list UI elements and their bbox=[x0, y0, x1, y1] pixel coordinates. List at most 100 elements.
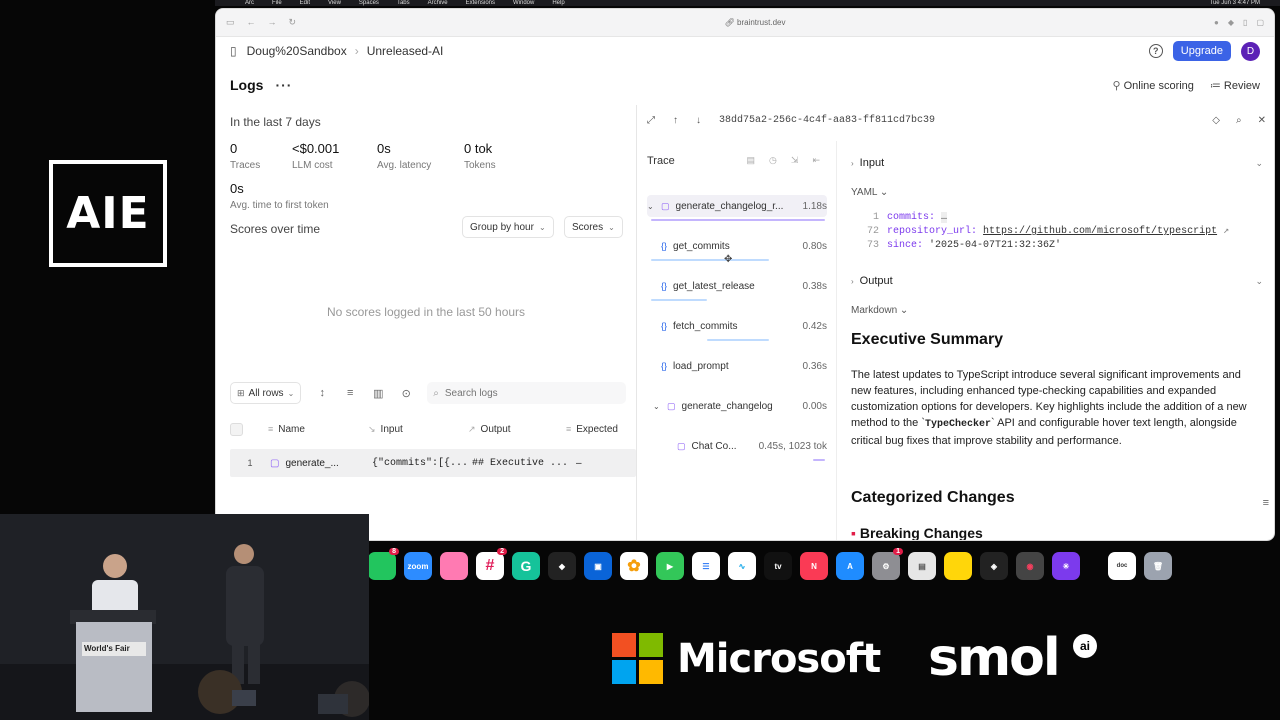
perplexity-icon[interactable]: ✳ bbox=[1052, 552, 1080, 580]
span-id[interactable]: 38dd75a2-256c-4c4f-aa83-ff811cd7bc39 bbox=[719, 115, 935, 126]
menu-item[interactable]: Window bbox=[513, 0, 534, 6]
filter-icon[interactable]: ≡ bbox=[343, 387, 357, 399]
trace-span[interactable]: {} get_latest_release 0.38s bbox=[647, 275, 827, 297]
menu-item[interactable]: Help bbox=[552, 0, 564, 6]
menu-item[interactable]: Tabs bbox=[397, 0, 410, 6]
menu-item[interactable]: View bbox=[328, 0, 341, 6]
photos-icon[interactable]: ✿ bbox=[620, 552, 648, 580]
trace-span[interactable]: {} load_prompt 0.36s bbox=[647, 355, 827, 377]
avatar[interactable]: D bbox=[1241, 41, 1260, 61]
search-icon[interactable]: ⌕ bbox=[1236, 115, 1242, 126]
more-options-icon[interactable]: ··· bbox=[275, 77, 292, 93]
rows-filter-value: All rows bbox=[248, 387, 284, 399]
extension-icon[interactable]: ◆ bbox=[1228, 18, 1234, 27]
select-all-checkbox[interactable] bbox=[230, 422, 243, 436]
column-header-input[interactable]: ↘ Input bbox=[368, 424, 468, 435]
layout-icon[interactable]: ▤ bbox=[747, 155, 756, 166]
screen-recorder-icon[interactable]: ◉ bbox=[1016, 552, 1044, 580]
menu-item[interactable]: File bbox=[272, 0, 282, 6]
zoom-icon[interactable]: zoom bbox=[404, 552, 432, 580]
arrow-down-icon[interactable]: ↓ bbox=[696, 115, 701, 126]
apple-tv-icon[interactable]: tv bbox=[764, 552, 792, 580]
document-icon[interactable]: doc bbox=[1108, 552, 1136, 580]
close-icon[interactable]: ✕ bbox=[1258, 115, 1266, 126]
menu-item[interactable]: Archive bbox=[428, 0, 448, 6]
search-input[interactable] bbox=[444, 387, 595, 399]
collapse-icon[interactable]: ⇲ bbox=[791, 155, 799, 166]
external-link-icon[interactable]: ↗ bbox=[1223, 226, 1229, 237]
forward-icon[interactable]: → bbox=[268, 17, 277, 28]
column-header-expected[interactable]: ≡ Expected bbox=[566, 424, 618, 435]
search-box: ⌕ bbox=[427, 382, 626, 404]
slack-icon[interactable]: #2 bbox=[476, 548, 507, 580]
browser-window: ▭ ← → ↻ 🔗︎ braintrust.dev ● ◆ ▯ ▢ ▯ Doug… bbox=[215, 8, 1275, 541]
menu-item[interactable]: Spaces bbox=[359, 0, 379, 6]
grammarly-icon[interactable]: G bbox=[512, 552, 540, 580]
arrow-up-icon[interactable]: ↑ bbox=[673, 115, 678, 126]
rows-filter-select[interactable]: ⊞ All rows ⌄ bbox=[230, 382, 302, 404]
input-format-select[interactable]: YAML ⌄ bbox=[851, 187, 888, 198]
help-icon[interactable]: ? bbox=[1148, 44, 1163, 58]
span-timing-bar bbox=[651, 299, 707, 301]
trace-span[interactable]: ▢ Chat Co... 0.45s, 1023 tok bbox=[647, 435, 827, 457]
arc-icon[interactable] bbox=[440, 552, 468, 580]
review-button[interactable]: ≔ Review bbox=[1210, 79, 1260, 92]
freeform-icon[interactable]: ∿ bbox=[728, 552, 756, 580]
stat-llm-cost: <$0.001 LLM cost bbox=[292, 141, 339, 171]
play-icon[interactable]: ⊙ bbox=[399, 387, 413, 400]
menu-item[interactable]: Arc bbox=[245, 0, 254, 6]
chevron-down-icon: ⌄ bbox=[647, 201, 654, 211]
cube-app-icon[interactable]: ◈ bbox=[980, 552, 1008, 580]
tag-icon[interactable]: ◇ bbox=[1212, 115, 1220, 126]
reload-icon[interactable]: ↻ bbox=[289, 17, 297, 28]
input-section-header[interactable]: › Input ⌄ bbox=[851, 157, 1263, 169]
reminders-icon[interactable]: ☰ bbox=[692, 552, 720, 580]
column-header-name[interactable]: ≡ Name bbox=[268, 424, 368, 435]
notes-app-icon[interactable]: ▤ bbox=[908, 552, 936, 580]
trace-span[interactable]: {} fetch_commits 0.42s bbox=[647, 315, 827, 337]
trace-span[interactable]: ⌄ ▢ generate_changelog_r... 1.18s bbox=[647, 195, 827, 217]
facetime-icon[interactable]: ▶ bbox=[656, 552, 684, 580]
panel-toggle-icon[interactable]: ▯ bbox=[230, 44, 237, 58]
toc-icon[interactable]: ≡ bbox=[1263, 497, 1269, 509]
output-section-header[interactable]: › Output ⌄ bbox=[851, 275, 1263, 287]
cursor-icon[interactable]: ◆ bbox=[548, 552, 576, 580]
trash-icon[interactable]: 🗑︎ bbox=[1144, 552, 1172, 580]
table-row[interactable]: 1 ▢ generate_... {"commits":[{... ## Exec… bbox=[230, 449, 636, 477]
menu-item[interactable]: Edit bbox=[300, 0, 310, 6]
settings-icon[interactable]: ⚙ 1 bbox=[872, 548, 903, 580]
stat-value: 0s bbox=[230, 181, 244, 196]
sidebar-toggle-icon[interactable]: ▭ bbox=[226, 17, 235, 28]
split-view-icon[interactable]: ▯ bbox=[1243, 18, 1247, 27]
expand-icon[interactable]: ⤢ bbox=[647, 115, 655, 126]
upgrade-button[interactable]: Upgrade bbox=[1172, 41, 1231, 61]
messages-app-icon[interactable]: 8 bbox=[368, 548, 399, 580]
pin-icon[interactable]: ⇤ bbox=[812, 155, 820, 166]
menu-item[interactable]: Extensions bbox=[466, 0, 495, 6]
timer-icon[interactable]: ◷ bbox=[769, 155, 777, 166]
news-icon[interactable]: N bbox=[800, 552, 828, 580]
repository-link[interactable]: https://github.com/microsoft/typescript bbox=[983, 226, 1217, 237]
online-scoring-button[interactable]: ⚲ Online scoring bbox=[1113, 79, 1194, 92]
stat-value: 0 bbox=[230, 141, 238, 156]
breadcrumb-org[interactable]: Doug%20Sandbox bbox=[247, 44, 347, 58]
columns-icon[interactable]: ▥ bbox=[371, 387, 385, 400]
extension-icon[interactable]: ● bbox=[1214, 18, 1219, 27]
row-expected: – bbox=[576, 457, 582, 469]
outlook-icon[interactable]: ▣ bbox=[584, 552, 612, 580]
group-by-select[interactable]: Group by hour ⌄ bbox=[462, 216, 554, 238]
column-header-output[interactable]: ↗ Output bbox=[468, 424, 566, 435]
window-icon[interactable]: ▢ bbox=[1256, 18, 1264, 27]
back-icon[interactable]: ← bbox=[247, 17, 256, 28]
trace-span[interactable]: {} get_commits 0.80s bbox=[647, 235, 827, 257]
sort-icon[interactable]: ↕ bbox=[315, 387, 329, 399]
output-format-select[interactable]: Markdown ⌄ bbox=[851, 305, 908, 316]
trace-span[interactable]: ⌄ ▢ generate_changelog 0.00s bbox=[647, 395, 827, 417]
notes-icon[interactable] bbox=[944, 552, 972, 580]
scores-select[interactable]: Scores ⌄ bbox=[564, 216, 623, 238]
yaml-collapsed[interactable]: … bbox=[941, 212, 948, 223]
breadcrumb-project[interactable]: Unreleased-AI bbox=[367, 44, 444, 58]
app-store-icon[interactable]: A bbox=[836, 552, 864, 580]
column-label: Expected bbox=[576, 423, 618, 435]
url-bar[interactable]: braintrust.dev bbox=[737, 18, 785, 27]
